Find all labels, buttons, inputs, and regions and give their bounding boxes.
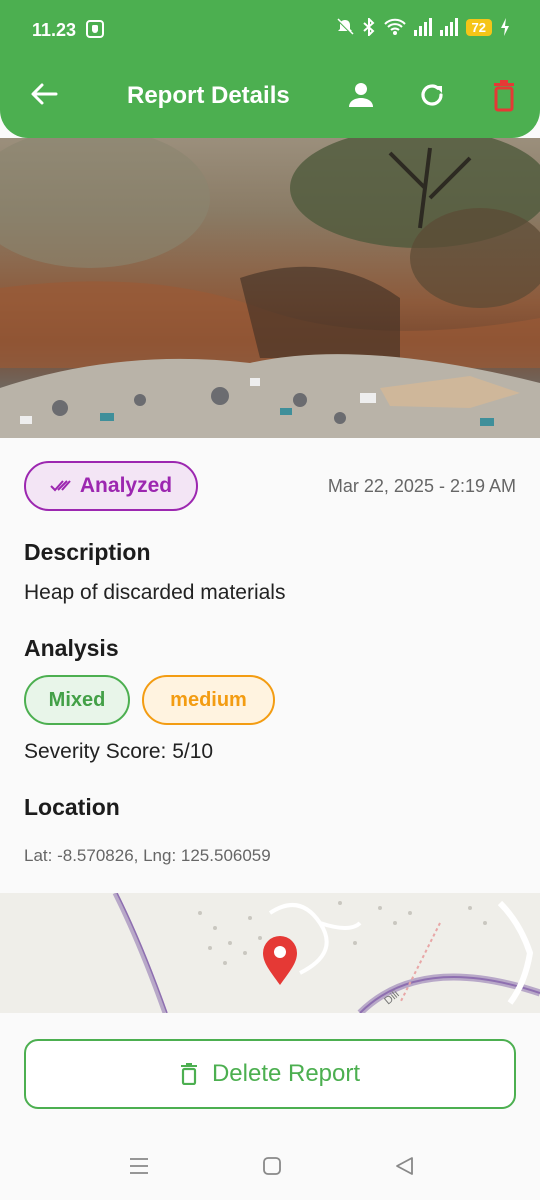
- severity-chip: medium: [142, 675, 275, 725]
- description-text: Heap of discarded materials: [24, 581, 286, 604]
- charging-icon: [501, 18, 509, 36]
- report-photo: [0, 138, 540, 438]
- page-title: Report Details: [127, 82, 290, 109]
- map-pin-icon: [263, 936, 297, 985]
- delete-icon[interactable]: [489, 80, 519, 112]
- double-check-icon: [50, 480, 71, 492]
- status-label: Analyzed: [79, 474, 173, 497]
- report-datetime: Mar 22, 2025 - 2:19 AM: [327, 476, 516, 496]
- map-tiles: Dili: [112, 893, 540, 1013]
- bluetooth-icon: [362, 18, 374, 36]
- status-chip: Analyzed: [24, 461, 198, 511]
- delete-report-label: Delete Report: [211, 1060, 361, 1087]
- description-heading: Description: [24, 539, 151, 565]
- home-icon[interactable]: [261, 1155, 283, 1177]
- status-bar: 11.23 72: [0, 0, 540, 58]
- mute-bell-icon: [336, 18, 354, 35]
- analysis-heading: Analysis: [24, 635, 119, 661]
- wifi-icon: [383, 18, 406, 35]
- battery-level: 72: [465, 18, 492, 36]
- back-nav-icon[interactable]: [393, 1155, 415, 1177]
- waste-heap-image: [0, 138, 540, 438]
- refresh-icon[interactable]: [417, 80, 447, 110]
- trash-icon: [180, 1063, 197, 1085]
- location-heading: Location: [24, 794, 120, 820]
- signal-icon-2: [439, 18, 458, 36]
- severity-score: Severity Score: 5/10: [24, 740, 214, 763]
- status-icons: 72: [336, 18, 510, 36]
- status-time: 11.23: [32, 20, 77, 40]
- system-nav-bar: [0, 1133, 540, 1200]
- delete-report-button[interactable]: Delete Report: [24, 1039, 516, 1109]
- signal-icon: [413, 18, 432, 36]
- back-arrow-icon[interactable]: [28, 78, 60, 110]
- person-icon[interactable]: [346, 80, 376, 110]
- recents-icon[interactable]: [128, 1155, 150, 1177]
- shield-icon: [86, 20, 104, 38]
- waste-type-chip: Mixed: [24, 675, 130, 725]
- coordinates-text: Lat: -8.570826, Lng: 125.506059: [24, 846, 271, 865]
- location-map[interactable]: Dili: [0, 893, 540, 1013]
- app-bar: Report Details: [0, 58, 540, 138]
